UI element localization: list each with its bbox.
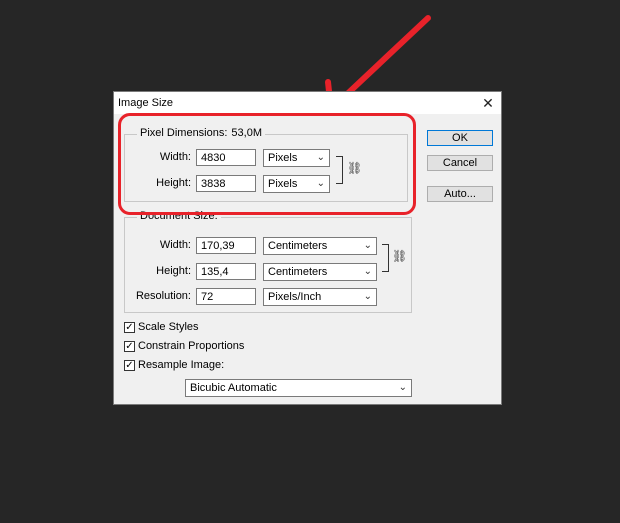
dialog-titlebar[interactable]: Image Size ✕ (114, 92, 501, 114)
document-width-label: Width: (159, 239, 191, 251)
annotation-highlight (118, 113, 416, 215)
document-height-unit-select[interactable]: Centimeters ⌄ (263, 263, 377, 281)
document-width-unit-value: Centimeters (268, 240, 328, 252)
scale-styles-checkbox[interactable]: ✓ (124, 321, 135, 333)
resolution-input[interactable]: 72 (196, 288, 256, 305)
chevron-down-icon: ⌄ (363, 266, 372, 277)
link-icon: ⛓ (392, 249, 408, 263)
cancel-button[interactable]: Cancel (427, 155, 493, 171)
resolution-unit-value: Pixels/Inch (268, 291, 322, 303)
constrain-proportions-label: Constrain Proportions (138, 340, 245, 353)
chevron-down-icon: ⌄ (363, 291, 372, 302)
auto-button[interactable]: Auto... (427, 186, 493, 202)
close-icon[interactable]: ✕ (475, 92, 501, 114)
resample-image-checkbox[interactable]: ✓ (124, 359, 135, 371)
chevron-down-icon: ⌄ (398, 382, 407, 393)
resample-image-label: Resample Image: (138, 359, 225, 372)
constrain-proportions-option[interactable]: ✓ Constrain Proportions (124, 340, 244, 354)
document-size-group: Document Size: Width: 170,39 Centimeters… (124, 210, 412, 313)
chevron-down-icon: ⌄ (363, 240, 372, 251)
resample-method-select[interactable]: Bicubic Automatic ⌄ (185, 379, 412, 397)
document-width-unit-select[interactable]: Centimeters ⌄ (263, 237, 377, 255)
document-height-label: Height: (156, 265, 191, 277)
document-height-unit-value: Centimeters (268, 266, 328, 278)
resample-method-value: Bicubic Automatic (190, 382, 277, 394)
document-link-bracket (382, 244, 389, 272)
scale-styles-label: Scale Styles (138, 321, 199, 334)
constrain-proportions-checkbox[interactable]: ✓ (124, 340, 135, 352)
resample-image-option[interactable]: ✓ Resample Image: (124, 359, 224, 373)
document-height-input[interactable]: 135,4 (196, 263, 256, 280)
ok-button[interactable]: OK (427, 130, 493, 146)
dialog-title: Image Size (118, 97, 174, 109)
scale-styles-option[interactable]: ✓ Scale Styles (124, 321, 199, 335)
resolution-unit-select[interactable]: Pixels/Inch ⌄ (263, 288, 377, 306)
resolution-label: Resolution: (135, 290, 191, 302)
document-width-input[interactable]: 170,39 (196, 237, 256, 254)
